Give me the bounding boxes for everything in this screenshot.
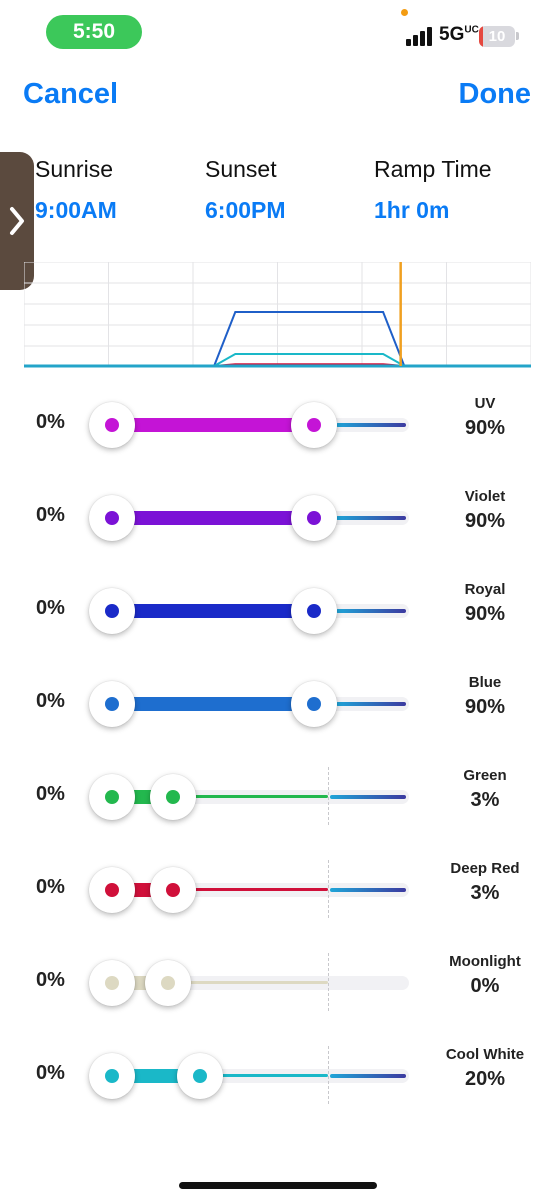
battery-cap	[516, 32, 519, 40]
channel-name: Blue	[468, 674, 502, 691]
channel-row-royal: 0% Royal 90%	[0, 581, 555, 674]
slider-max-knob[interactable]	[145, 960, 191, 1006]
channel-min-value: 0%	[36, 411, 65, 433]
slider-active-range	[112, 697, 300, 711]
channel-min-value: 0%	[36, 783, 65, 805]
slider-min-knob[interactable]	[89, 867, 135, 913]
channel-max-value: 90%	[464, 696, 506, 718]
channel-min-value: 0%	[36, 504, 65, 526]
slider-min-knob[interactable]	[89, 402, 135, 448]
channel-min-value: 0%	[36, 1062, 65, 1084]
network-label: 5G	[439, 24, 465, 45]
sunset-value[interactable]: 6:00PM	[205, 197, 286, 224]
sunrise-value[interactable]: 9:00AM	[35, 197, 117, 224]
ramp-time-label: Ramp Time	[374, 156, 492, 182]
slider-max-marker	[328, 1046, 329, 1104]
chevron-right-icon	[10, 207, 24, 235]
channel-name: Deep Red	[450, 860, 520, 877]
slider-max-knob[interactable]	[150, 774, 196, 820]
channel-max-value: 20%	[464, 1068, 506, 1090]
channel-name: Moonlight	[449, 953, 521, 970]
sunrise-label: Sunrise	[35, 156, 113, 182]
slider-tail-gradient	[330, 888, 406, 892]
channel-row-moonlight: 0% Moonlight 0%	[0, 953, 555, 1046]
channel-min-value: 0%	[36, 597, 65, 619]
channel-name: UV	[474, 395, 496, 412]
status-time[interactable]: 5:50	[46, 15, 142, 49]
channel-name: Royal	[464, 581, 506, 598]
channel-min-value: 0%	[36, 690, 65, 712]
slider-active-range	[112, 418, 300, 432]
channel-name: Green	[463, 767, 507, 784]
slider-min-knob[interactable]	[89, 774, 135, 820]
slider-tail-gradient	[336, 516, 406, 520]
network-type: 5GUC	[439, 24, 479, 46]
status-bar: 5:50 5GUC 10	[0, 0, 555, 60]
slider-max-marker	[328, 860, 329, 918]
home-indicator[interactable]	[179, 1182, 377, 1189]
slider-min-knob[interactable]	[89, 495, 135, 541]
network-suffix: UC	[464, 24, 479, 36]
slider-max-knob[interactable]	[177, 1053, 223, 1099]
sunrise-column[interactable]: Sunrise 9:00AM	[35, 156, 117, 224]
cancel-button[interactable]: Cancel	[23, 78, 118, 111]
cellular-signal-icon	[406, 26, 436, 46]
slider-min-knob[interactable]	[89, 1053, 135, 1099]
channel-row-cool-white: 0% Cool White 20%	[0, 1046, 555, 1139]
slider-tail-gradient	[330, 795, 406, 799]
slider-tail-gradient	[336, 423, 406, 427]
slider-max-marker	[328, 767, 329, 825]
ramp-time-column[interactable]: Ramp Time 1hr 0m	[374, 156, 492, 224]
channel-max-value: 0%	[470, 975, 500, 997]
privacy-indicator-dot	[401, 9, 408, 16]
slider-max-knob[interactable]	[291, 681, 337, 727]
sunset-column[interactable]: Sunset 6:00PM	[205, 156, 286, 224]
battery-icon: 10	[479, 26, 515, 47]
channel-max-value: 90%	[464, 603, 506, 625]
sunset-label: Sunset	[205, 156, 277, 182]
slider-tail-gradient	[336, 702, 406, 706]
slider-tail-gradient	[330, 1074, 406, 1078]
slider-min-knob[interactable]	[89, 588, 135, 634]
channel-min-value: 0%	[36, 969, 65, 991]
light-schedule-chart	[24, 262, 531, 368]
channel-row-blue: 0% Blue 90%	[0, 674, 555, 767]
channel-max-value: 90%	[464, 417, 506, 439]
ramp-time-value[interactable]: 1hr 0m	[374, 197, 492, 224]
slider-min-knob[interactable]	[89, 960, 135, 1006]
slider-tail-gradient	[336, 609, 406, 613]
slider-min-knob[interactable]	[89, 681, 135, 727]
channel-max-value: 3%	[470, 882, 500, 904]
slider-active-range	[112, 511, 300, 525]
slider-max-knob[interactable]	[291, 402, 337, 448]
done-button[interactable]: Done	[459, 78, 532, 111]
slider-max-knob[interactable]	[150, 867, 196, 913]
channel-name: Cool White	[445, 1046, 525, 1063]
slider-max-knob[interactable]	[291, 495, 337, 541]
slider-max-knob[interactable]	[291, 588, 337, 634]
channel-row-green: 0% Green 3%	[0, 767, 555, 860]
channel-row-violet: 0% Violet 90%	[0, 488, 555, 581]
channel-row-deep-red: 0% Deep Red 3%	[0, 860, 555, 953]
slider-max-marker	[328, 953, 329, 1011]
channel-max-value: 90%	[464, 510, 506, 532]
battery-percent: 10	[488, 28, 506, 45]
channel-row-uv: 0% UV 90%	[0, 395, 555, 488]
channel-max-value: 3%	[470, 789, 500, 811]
channel-name: Violet	[464, 488, 506, 505]
channel-min-value: 0%	[36, 876, 65, 898]
slider-active-range	[112, 604, 300, 618]
